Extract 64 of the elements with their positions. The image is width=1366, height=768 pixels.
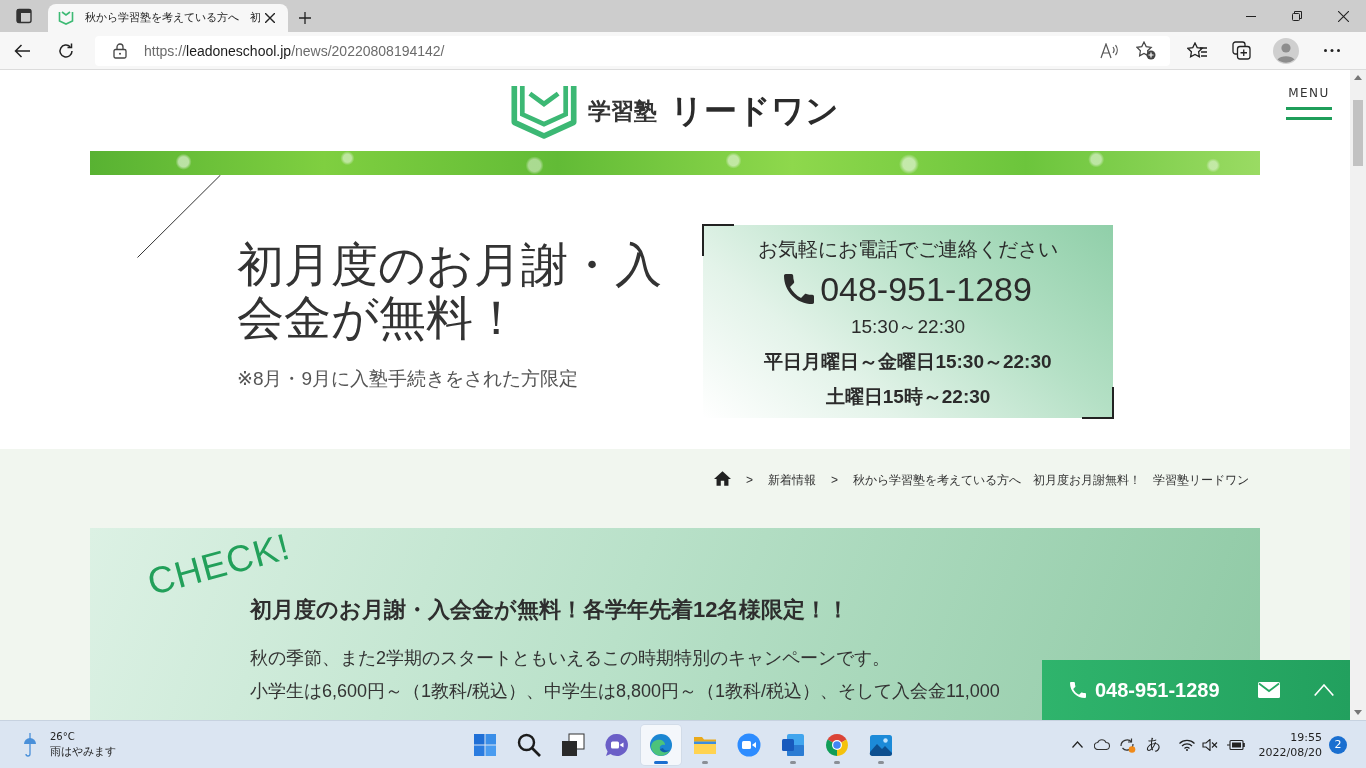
collections-icon[interactable]: [1231, 41, 1251, 60]
card-text: 秋の季節、また2学期のスタートともいえるこの時期特別のキャンペーンです。: [250, 647, 890, 670]
breadcrumb-current: 秋から学習塾を考えている方へ 初月度お月謝無料！ 学習塾リードワン: [853, 471, 1249, 489]
scroll-up-arrow-icon[interactable]: [1354, 75, 1362, 80]
card-heading: 初月度のお月謝・入会金が無料！各学年先着12名様限定！！: [250, 596, 850, 624]
cloud-icon[interactable]: [1093, 739, 1110, 750]
umbrella-icon: [23, 731, 37, 758]
phone-icon: [784, 274, 815, 304]
hero-title: 初月度のお月謝・入会金が無料！: [237, 238, 663, 344]
restore-icon[interactable]: [1292, 11, 1302, 21]
battery-icon[interactable]: [1226, 738, 1245, 751]
corner-bracket: [702, 224, 734, 256]
swirl-icon: [649, 732, 673, 757]
grid-squares-icon: [473, 732, 497, 757]
document-icon: [781, 732, 805, 757]
address-bar[interactable]: https://leadoneschool.jp/news/20220808194142/: [95, 35, 1170, 66]
contact-hours: 15:30～22:30: [850, 315, 966, 339]
stacked-windows-icon: [561, 732, 585, 757]
breadcrumb-separator: >: [831, 473, 838, 487]
back-arrow-icon[interactable]: [14, 43, 30, 58]
more-icon[interactable]: [1324, 49, 1340, 52]
plus-icon[interactable]: [299, 12, 311, 24]
corner-bracket: [1082, 387, 1114, 419]
landscape-picture-icon: [869, 732, 893, 757]
speaker-muted-icon[interactable]: [1201, 738, 1218, 751]
phone-icon: [1070, 682, 1086, 698]
clock-button[interactable]: 19:55 2022/08/20: [1258, 729, 1322, 760]
ime-indicator[interactable]: あ: [1145, 735, 1161, 754]
book-icon: [58, 11, 74, 25]
hero-note: ※8月・9月に入塾手続きをされた方限定: [237, 367, 579, 391]
logo-tagline: 学習塾: [588, 96, 657, 126]
minimize-icon[interactable]: [1246, 15, 1256, 17]
contact-lead: お気軽にお電話でご連絡ください: [758, 237, 1058, 262]
lock-icon: [113, 42, 127, 59]
search-icon: [517, 732, 541, 757]
contact-hours: 土曜日15時～22:30: [825, 385, 991, 409]
circle-segments-icon: [825, 732, 849, 757]
star-list-icon[interactable]: [1187, 42, 1207, 59]
window-sidebar-icon[interactable]: [16, 8, 32, 24]
cloud-sync-icon[interactable]: [1117, 736, 1136, 753]
scroll-down-arrow-icon[interactable]: [1354, 710, 1362, 715]
logo-name: リードワン: [670, 90, 839, 131]
chevron-up-icon[interactable]: [1071, 741, 1083, 748]
notification-badge[interactable]: 2: [1329, 735, 1347, 754]
home-icon[interactable]: [713, 471, 731, 486]
mail-icon[interactable]: [1258, 682, 1280, 698]
close-icon[interactable]: [265, 13, 275, 23]
weather-widget[interactable]: 26°C 雨はやみます: [23, 730, 116, 759]
close-icon[interactable]: [1337, 10, 1349, 22]
camera-bubble-icon: [605, 732, 629, 757]
browser-tab[interactable]: 秋から学習塾を考えている方へ 初: [48, 4, 288, 32]
video-camera-icon: [737, 732, 761, 757]
star-plus-icon[interactable]: [1136, 41, 1156, 60]
read-aloud-icon[interactable]: [1100, 42, 1120, 59]
contact-hours: 平日月曜日～金曜日15:30～22:30: [764, 350, 1052, 374]
breadcrumb-separator: >: [745, 473, 753, 487]
scrollbar-thumb[interactable]: [1353, 100, 1363, 166]
card-text: 小学生は6,600円～（1教科/税込）、中学生は8,800円～（1教科/税込）、そして入会金11,000: [250, 680, 1000, 703]
breadcrumb-link[interactable]: 新着情報: [768, 471, 816, 489]
contact-phone[interactable]: 048-951-1289: [820, 269, 1032, 309]
wifi-icon[interactable]: [1178, 738, 1195, 751]
refresh-icon[interactable]: [58, 42, 74, 59]
menu-button[interactable]: MENU: [1286, 86, 1332, 120]
avatar-icon[interactable]: [1273, 37, 1299, 64]
